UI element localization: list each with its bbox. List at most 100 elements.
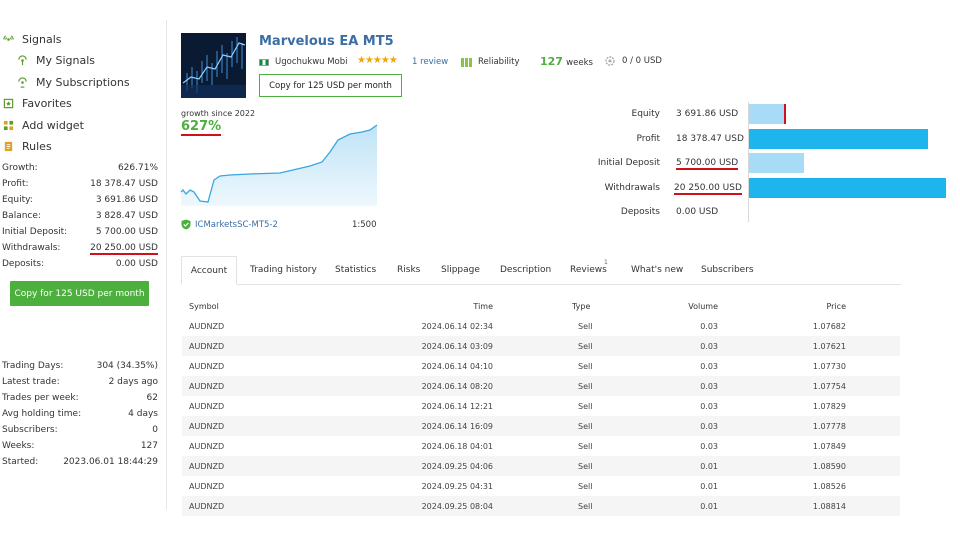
bar-value: 18 378.47 USD [676, 134, 744, 144]
tab-reviews[interactable]: Reviews [570, 256, 607, 284]
favorites-icon [3, 98, 14, 109]
col-type[interactable]: Type [572, 302, 590, 311]
table-row: AUDNZD 2024.06.14 02:34 Sell 0.03 1.07682 [182, 316, 900, 336]
widget-icon [3, 120, 14, 131]
cell-time: 2024.06.14 16:09 [421, 422, 493, 431]
tab-risks[interactable]: Risks [397, 256, 420, 284]
cell-time: 2024.06.14 12:21 [421, 402, 493, 411]
tab-trading-history[interactable]: Trading history [250, 256, 317, 284]
cell-symbol: AUDNZD [189, 402, 225, 411]
stat-value: 3 691.86 USD [95, 195, 158, 205]
reliability-indicator: Reliability [461, 57, 520, 67]
col-volume[interactable]: Volume [688, 302, 718, 311]
cell-volume: 0.03 [700, 422, 718, 431]
cell-type: Sell [578, 362, 593, 371]
tab-whats-new[interactable]: What's new [631, 256, 683, 284]
table-row: AUDNZD 2024.06.14 16:09 Sell 0.03 1.07778 [182, 416, 900, 436]
subscribers-gear-icon [605, 56, 615, 66]
cell-time: 2024.06.14 08:20 [421, 382, 493, 391]
cell-price: 1.07778 [812, 422, 846, 431]
bar-label: Withdrawals [604, 183, 660, 193]
table-header: Symbol Time Type Volume Price [182, 296, 900, 316]
growth-chart[interactable] [180, 122, 380, 206]
stat-value: 5 700.00 USD [95, 227, 158, 237]
stat-label: Subscribers: [2, 425, 58, 435]
table-row: AUDNZD 2024.09.25 04:31 Sell 0.01 1.08526 [182, 476, 900, 496]
sidebar-item-signals[interactable]: Signals [3, 33, 62, 46]
sidebar-item-my-signals[interactable]: My Signals [17, 54, 95, 67]
sidebar-item-rules[interactable]: Rules [3, 140, 52, 153]
author-name[interactable]: Ugochukwu Mobi [275, 57, 348, 67]
bar-fill [749, 104, 786, 124]
broker-server[interactable]: ICMarketsSC-MT5-2 [181, 219, 278, 230]
tab-statistics[interactable]: Statistics [335, 256, 376, 284]
cell-symbol: AUDNZD [189, 382, 225, 391]
tab-subscribers[interactable]: Subscribers [701, 256, 754, 284]
cell-volume: 0.03 [700, 342, 718, 351]
stat-label: Latest trade: [2, 377, 60, 387]
tab-description[interactable]: Description [500, 256, 551, 284]
bar-label: Equity [631, 109, 660, 119]
stat-latest-trade: Latest trade: 2 days ago [2, 377, 158, 387]
bar-fill [749, 178, 946, 198]
stat-deposits: Deposits: 0.00 USD [2, 259, 158, 269]
sidebar-item-label: Add widget [22, 119, 84, 132]
sidebar-item-add-widget[interactable]: Add widget [3, 119, 84, 132]
bar-label: Deposits [620, 207, 660, 217]
reviews-link[interactable]: 1 review [412, 57, 448, 67]
sidebar-item-my-subscriptions[interactable]: My Subscriptions [17, 76, 130, 89]
rating-stars-icon: ★★★★★ [357, 55, 398, 66]
stat-value: 2023.06.01 18:44:29 [63, 457, 158, 467]
stat-trading-days: Trading Days: 304 (34.35%) [2, 361, 158, 371]
tab-account[interactable]: Account [181, 256, 237, 285]
rules-icon [4, 141, 13, 152]
stat-label: Equity: [2, 195, 33, 205]
tab-slippage[interactable]: Slippage [441, 256, 480, 284]
weeks-indicator: 127 weeks [540, 55, 593, 68]
cell-volume: 0.03 [700, 442, 718, 451]
cell-type: Sell [578, 462, 593, 471]
stat-label: Started: [2, 457, 39, 467]
server-name: ICMarketsSC-MT5-2 [195, 219, 278, 230]
stat-value: 0 [152, 425, 158, 435]
col-symbol[interactable]: Symbol [189, 302, 219, 311]
stat-started: Started: 2023.06.01 18:44:29 [2, 457, 158, 467]
stat-subscribers: Subscribers: 0 [2, 425, 158, 435]
table-row: AUDNZD 2024.09.25 04:06 Sell 0.01 1.08590 [182, 456, 900, 476]
stat-value: 62 [146, 393, 158, 403]
shield-check-icon [181, 219, 191, 230]
bar-fill [749, 153, 804, 173]
cell-symbol: AUDNZD [189, 422, 225, 431]
copy-signal-button[interactable]: Copy for 125 USD per month [259, 74, 402, 97]
cell-volume: 0.01 [700, 462, 718, 471]
cell-symbol: AUDNZD [189, 322, 225, 331]
col-time[interactable]: Time [473, 302, 493, 311]
table-row: AUDNZD 2024.06.14 03:09 Sell 0.03 1.07621 [182, 336, 900, 356]
subscribers-indicator: 0 / 0 USD [604, 55, 662, 67]
reliability-bars-icon [461, 57, 472, 67]
cell-symbol: AUDNZD [189, 442, 225, 451]
equity-marker [784, 104, 786, 124]
stat-value: 2 days ago [108, 377, 158, 387]
stat-label: Initial Deposit: [2, 227, 68, 237]
sidebar-copy-button[interactable]: Copy for 125 USD per month [10, 281, 149, 306]
stat-balance: Balance: 3 828.47 USD [2, 211, 158, 221]
my-signals-icon [18, 55, 27, 66]
bar-fill [749, 129, 928, 149]
cell-price: 1.07730 [812, 362, 846, 371]
cell-type: Sell [578, 322, 593, 331]
cell-time: 2024.06.14 02:34 [421, 322, 493, 331]
signal-title[interactable]: Marvelous EA MT5 [259, 34, 394, 49]
table-row: AUDNZD 2024.09.25 08:04 Sell 0.01 1.08814 [182, 496, 900, 516]
stat-label: Weeks: [2, 441, 35, 451]
sidebar-item-label: Signals [22, 33, 62, 46]
stat-withdrawals: Withdrawals: 20 250.00 USD [2, 243, 158, 255]
cell-price: 1.07682 [812, 322, 846, 331]
sidebar-item-favorites[interactable]: Favorites [3, 97, 72, 110]
sidebar-item-label: Favorites [22, 97, 72, 110]
stat-label: Balance: [2, 211, 41, 221]
cell-price: 1.07754 [812, 382, 846, 391]
stat-profit: Profit: 18 378.47 USD [2, 179, 158, 189]
col-price[interactable]: Price [826, 302, 846, 311]
cell-price: 1.07621 [812, 342, 846, 351]
